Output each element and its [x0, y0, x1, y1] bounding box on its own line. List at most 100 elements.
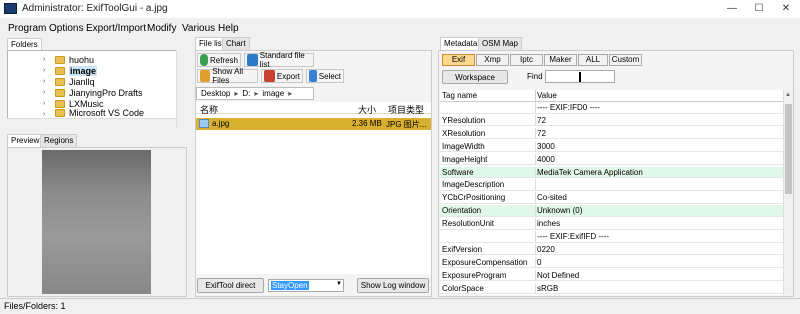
tag-value: 0220 — [537, 244, 555, 254]
workspace-button[interactable]: Workspace — [442, 70, 508, 84]
tree-item-lxmusic[interactable]: LXMusic — [55, 98, 104, 109]
chevron-right-icon[interactable]: › — [43, 100, 45, 107]
chevron-right-icon: ▸ — [254, 89, 259, 98]
tag-value: 3000 — [537, 141, 555, 151]
standard-file-list-button[interactable]: Standard file list — [244, 51, 314, 69]
filter-maker[interactable]: Maker — [544, 54, 577, 66]
chevron-up-icon[interactable]: ▲ — [785, 92, 791, 98]
breadcrumb-image[interactable]: image — [262, 89, 284, 98]
tag-value: 0 — [537, 257, 542, 267]
filter-xmp[interactable]: Xmp — [476, 54, 509, 66]
breadcrumb[interactable]: Desktop ▸ D: ▸ image ▸ — [196, 87, 314, 100]
breadcrumb-drive[interactable]: D: — [242, 89, 250, 98]
tag-value: 4000 — [537, 154, 555, 164]
tree-item-jianllq[interactable]: Jianllq — [55, 76, 95, 87]
tag-value: 72 — [537, 115, 546, 125]
chevron-right-icon[interactable]: › — [43, 56, 45, 63]
metadata-row[interactable]: ImageDescription — [440, 179, 783, 191]
menu-options[interactable]: Options — [49, 23, 83, 34]
metadata-row[interactable]: ResolutionUnit inches — [440, 218, 783, 230]
export-button[interactable]: Export — [261, 69, 303, 83]
col-value[interactable]: Value — [537, 91, 557, 100]
tag-name: Orientation — [442, 206, 482, 216]
metadata-row[interactable]: ColorSpace sRGB — [440, 282, 783, 295]
column-divider — [535, 231, 536, 242]
metadata-row[interactable]: ExifVersion 0220 — [440, 243, 783, 256]
tag-name: Software — [442, 167, 474, 177]
tag-value: Not Defined — [537, 270, 580, 280]
metadata-scrollbar[interactable]: ▲ — [783, 90, 793, 295]
folder-icon — [55, 55, 65, 64]
metadata-row[interactable]: XResolution 72 — [440, 127, 783, 140]
menu-export-import[interactable]: Export/Import — [86, 23, 146, 34]
metadata-row[interactable]: YResolution 72 — [440, 114, 783, 127]
menu-program[interactable]: Program — [8, 23, 46, 34]
tree-scrollbar[interactable] — [176, 50, 187, 128]
folder-icon — [55, 109, 65, 117]
maximize-button[interactable]: ☐ — [745, 0, 773, 18]
tag-value: Co-sited — [537, 193, 567, 203]
tree-item-huohu[interactable]: huohu — [55, 54, 94, 65]
refresh-button[interactable]: Refresh — [197, 53, 241, 67]
metadata-row[interactable]: Orientation Unknown (0) — [440, 205, 783, 217]
filter-all[interactable]: ALL — [578, 54, 608, 66]
tab-regions[interactable]: Regions — [40, 134, 78, 147]
chevron-right-icon[interactable]: › — [43, 111, 45, 118]
close-button[interactable]: ✕ — [772, 0, 800, 18]
tag-name: ResolutionUnit — [442, 219, 495, 229]
section-header-row[interactable]: ---- EXIF:ExifIFD ---- — [440, 231, 783, 243]
tree-hscrollbar[interactable] — [7, 118, 176, 128]
col-tag-name[interactable]: Tag name — [442, 91, 477, 100]
metadata-row[interactable]: ExposureCompensation 0 — [440, 256, 783, 269]
column-divider — [535, 256, 536, 268]
show-all-files-button[interactable]: Show All Files — [197, 67, 258, 85]
chevron-right-icon[interactable]: › — [43, 89, 45, 96]
table-row[interactable]: a.jpg 2.36 MB JPG 图片... — [196, 118, 431, 130]
tree-item-microsoft-vs-code[interactable]: Microsoft VS Code — [55, 109, 144, 117]
section-header-row[interactable]: ---- EXIF:IFD0 ---- — [440, 102, 783, 114]
column-divider — [535, 179, 536, 191]
tab-preview[interactable]: Preview — [7, 134, 44, 147]
metadata-row[interactable]: ImageHeight 4000 — [440, 153, 783, 166]
filter-exif[interactable]: Exif — [442, 54, 475, 66]
find-input[interactable] — [545, 70, 615, 83]
window-title: Administrator: ExifToolGui - a.jpg — [22, 3, 168, 14]
status-text: Files/Folders: 1 — [4, 301, 66, 311]
column-divider — [535, 127, 536, 139]
file-list-header: 名称 大小 项目类型 — [196, 102, 431, 115]
folder-icon — [55, 66, 65, 75]
tree-item-image[interactable]: image — [55, 65, 98, 76]
tab-chart[interactable]: Chart — [222, 37, 250, 50]
column-divider — [535, 102, 536, 113]
menu-help[interactable]: Help — [218, 23, 239, 34]
column-divider — [535, 218, 536, 230]
show-log-window-button[interactable]: Show Log window — [357, 278, 429, 293]
find-label: Find — [527, 72, 543, 81]
exiftool-direct-button[interactable]: ExifTool direct — [197, 278, 264, 293]
export-icon — [264, 70, 275, 82]
menu-modify[interactable]: Modify — [147, 23, 176, 34]
tag-value: ---- EXIF:IFD0 ---- — [537, 103, 601, 112]
chevron-right-icon[interactable]: › — [43, 67, 45, 74]
menu-various[interactable]: Various — [182, 23, 215, 34]
filter-iptc[interactable]: Iptc — [510, 54, 543, 66]
breadcrumb-desktop[interactable]: Desktop — [201, 89, 230, 98]
scrollbar-thumb[interactable] — [785, 104, 792, 194]
stayopen-select[interactable]: StayOpen ▼ — [268, 279, 344, 292]
column-divider — [535, 140, 536, 152]
metadata-row[interactable]: ImageWidth 3000 — [440, 140, 783, 153]
metadata-row[interactable]: ExposureProgram Not Defined — [440, 269, 783, 282]
tab-metadata[interactable]: Metadata — [440, 37, 482, 50]
tree-item-jianyingpro-drafts[interactable]: JianyingPro Drafts — [55, 87, 143, 98]
metadata-row[interactable]: YCbCrPositioning Co-sited — [440, 192, 783, 204]
chevron-right-icon: ▸ — [288, 89, 293, 98]
metadata-row[interactable]: Software MediaTek Camera Application — [440, 166, 783, 178]
select-button[interactable]: Select — [306, 69, 344, 83]
tag-name: ExifVersion — [442, 244, 483, 254]
minimize-button[interactable]: — — [718, 0, 746, 18]
tag-name: ImageDescription — [442, 180, 505, 190]
tag-name: ColorSpace — [442, 283, 484, 293]
filter-custom[interactable]: Custom — [609, 54, 642, 66]
tab-osm-map[interactable]: OSM Map — [478, 37, 523, 50]
chevron-right-icon[interactable]: › — [43, 78, 45, 85]
